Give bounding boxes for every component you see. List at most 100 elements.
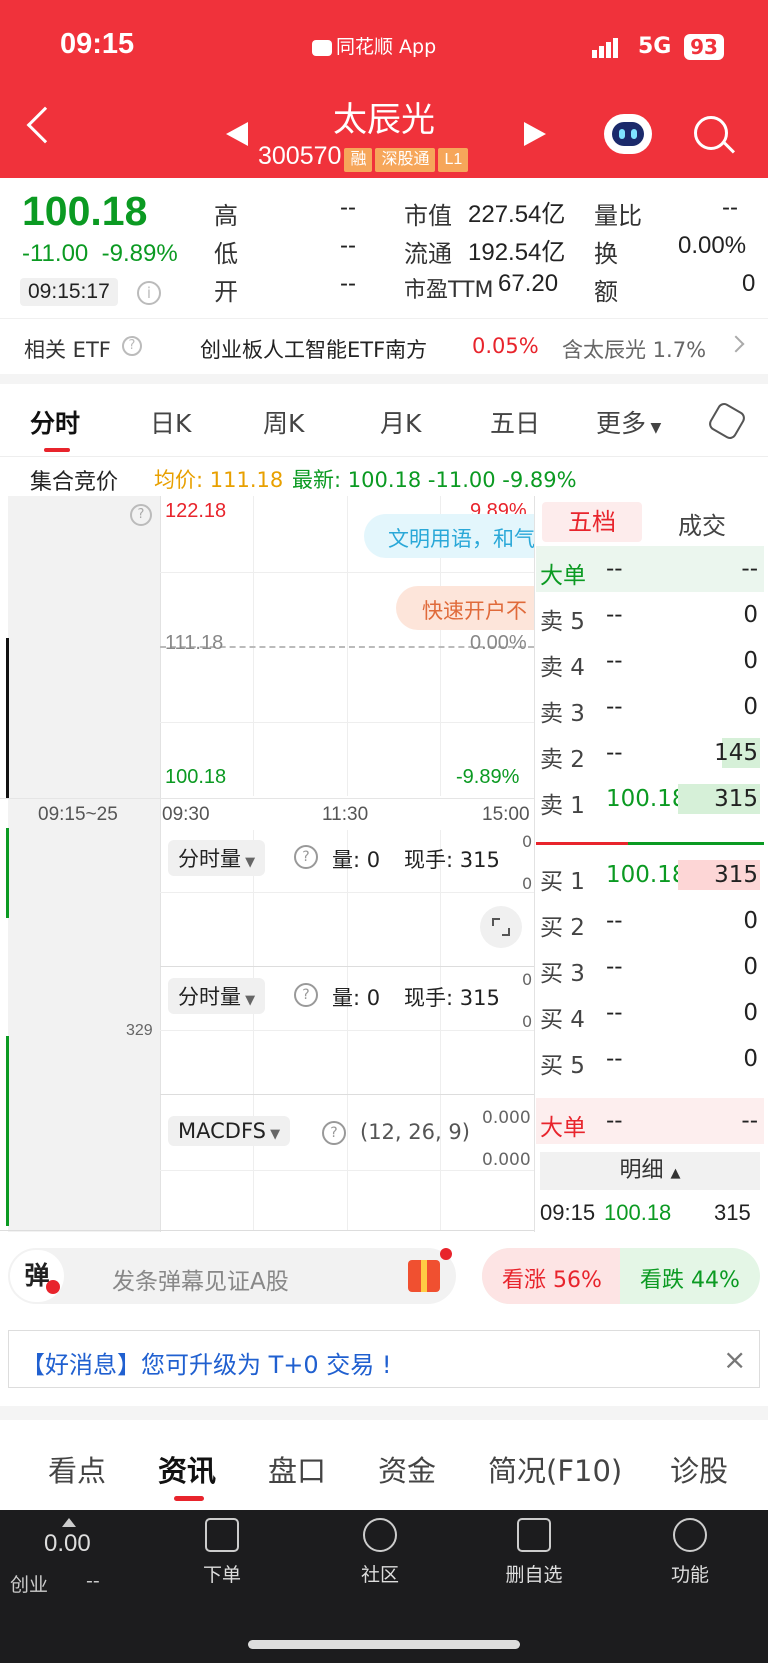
auction-vol-bar-2 <box>6 1036 9 1226</box>
sentiment-bar[interactable]: 看涨 56% 看跌 44% <box>482 1248 760 1304</box>
tab-intraday[interactable]: 分时 <box>30 404 80 440</box>
auction-label: 集合竞价 <box>30 470 119 495</box>
detail-price: 100.18 <box>604 1200 672 1225</box>
help-icon[interactable]: ? <box>322 1121 346 1145</box>
buy-price: -- <box>606 954 623 980</box>
sell-label: 卖 1 <box>540 793 585 819</box>
auction-avg: 均价: 111.18 <box>154 468 284 492</box>
panel2-hand: 现手: 315 <box>404 986 500 1010</box>
panel2-volume: 量: 0 <box>332 986 381 1010</box>
buy-volume: 0 <box>743 1000 758 1026</box>
notice-banner[interactable]: 【好消息】您可升级为 T+0 交易 ! × <box>8 1330 760 1388</box>
sell-price: 100.18 <box>606 786 687 812</box>
etf-name[interactable]: 创业板人工智能ETF南方 <box>200 334 427 364</box>
panel1-selector[interactable]: 分时量 ▼ <box>168 840 266 876</box>
remove-watchlist-icon <box>517 1518 551 1552</box>
panel1-name: 分时量 <box>178 847 241 871</box>
big-sell-row: 大单 -- -- <box>536 546 764 592</box>
time-axis-close: 15:00 <box>482 804 530 825</box>
index-name[interactable]: 创业 <box>10 1570 48 1597</box>
help-icon[interactable]: ? <box>294 983 318 1007</box>
app-label: 同花顺 App <box>312 32 436 59</box>
notification-dot <box>440 1248 452 1260</box>
index-change: -- <box>86 1570 100 1592</box>
tab-market-depth[interactable]: 盘口 <box>268 1448 326 1490</box>
tab-indicator <box>174 1496 204 1501</box>
help-icon[interactable]: ? <box>130 504 152 526</box>
field-value-float: 192.54亿 <box>468 239 566 266</box>
time-axis-auction: 09:15~25 <box>38 804 118 825</box>
help-icon[interactable]: ? <box>122 336 142 356</box>
field-label-open: 开 <box>214 278 238 306</box>
sentiment-down[interactable]: 看跌 44% <box>640 1262 740 1294</box>
info-icon[interactable]: i <box>137 281 161 305</box>
tab-more[interactable]: 更多 ▼ <box>596 404 661 440</box>
nav-remove-watchlist[interactable]: 删自选 <box>484 1518 584 1587</box>
nav-community[interactable]: 社区 <box>330 1518 430 1587</box>
expand-icon[interactable] <box>480 906 522 948</box>
big-buy-row: 大单 -- -- <box>536 1098 764 1144</box>
network-label: 5G <box>638 34 672 59</box>
buy-volume: 0 <box>743 1046 758 1072</box>
battery-indicator: 93 <box>684 34 724 60</box>
time-axis-noon: 11:30 <box>322 804 369 825</box>
buy-volume: 0 <box>743 908 758 934</box>
tab-f10[interactable]: 简况(F10) <box>488 1448 622 1490</box>
notice-text[interactable]: 【好消息】您可升级为 T+0 交易 ! <box>21 1345 392 1380</box>
panel2-selector[interactable]: 分时量 ▼ <box>168 978 266 1014</box>
tab-news[interactable]: 资讯 <box>158 1448 216 1490</box>
close-icon[interactable]: × <box>723 1343 746 1376</box>
help-icon[interactable]: ? <box>294 845 318 869</box>
sell-row-3: 卖 3 -- 0 <box>536 684 764 730</box>
danmaku-icon: 弹 <box>10 1250 64 1302</box>
field-label-turnover: 换 <box>594 240 618 268</box>
field-value-mktcap: 227.54亿 <box>468 201 566 228</box>
tab-five-day[interactable]: 五日 <box>490 404 540 440</box>
tab-diagnosis[interactable]: 诊股 <box>670 1448 728 1490</box>
buy-price: -- <box>606 1046 623 1072</box>
settings-hex-icon[interactable] <box>706 400 748 442</box>
chart-mid-pct: 0.00% <box>470 632 527 654</box>
panel3-selector[interactable]: MACDFS ▼ <box>168 1116 291 1146</box>
home-indicator <box>248 1640 520 1649</box>
buy-price: -- <box>606 908 623 934</box>
robot-assistant-icon[interactable] <box>604 114 652 154</box>
danmaku-input[interactable]: 弹 发条弹幕见证A股 <box>8 1248 456 1304</box>
tab-trades[interactable]: 成交 <box>678 506 726 541</box>
time-axis-open: 09:30 <box>162 804 210 825</box>
field-value-turnover: 0.00% <box>678 232 747 259</box>
gift-icon[interactable] <box>408 1260 440 1292</box>
nav-remove-label: 删自选 <box>505 1564 563 1586</box>
index-value[interactable]: 0.00 <box>44 1530 91 1558</box>
detail-time: 09:15 <box>540 1200 596 1225</box>
tab-daily[interactable]: 日K <box>150 404 191 440</box>
auction-vol-bar-1 <box>6 828 9 918</box>
tab-weekly[interactable]: 周K <box>263 404 304 440</box>
field-value-open: -- <box>340 270 356 297</box>
sell-volume: 0 <box>743 694 758 720</box>
panel1-axis-top: 0 <box>522 832 533 851</box>
sentiment-up[interactable]: 看涨 56% <box>502 1262 602 1294</box>
nav-order[interactable]: 下单 <box>172 1518 272 1587</box>
next-stock-icon[interactable] <box>524 122 546 146</box>
tag-level: L1 <box>438 148 469 172</box>
status-time: 09:15 <box>60 28 135 60</box>
buy-label: 买 4 <box>540 1007 585 1033</box>
tab-order-book[interactable]: 五档 <box>542 502 642 542</box>
sell-volume: 315 <box>714 786 758 812</box>
detail-header[interactable]: 明细 ▲ <box>540 1152 760 1190</box>
stock-code-row: 300570 融深股通 L1 <box>258 142 469 172</box>
search-icon[interactable] <box>694 116 728 150</box>
chevron-right-icon[interactable] <box>727 335 745 353</box>
sell-row-1: 卖 5 -- 0 <box>536 592 764 638</box>
big-buy-vol: -- <box>741 1108 758 1134</box>
tab-monthly[interactable]: 月K <box>380 404 421 440</box>
stock-name: 太辰光 <box>333 100 435 140</box>
nav-functions[interactable]: 功能 <box>640 1518 740 1587</box>
chart-mid-price: 111.18 <box>165 632 224 654</box>
tab-highlights[interactable]: 看点 <box>48 1448 106 1490</box>
sell-label: 卖 2 <box>540 747 585 773</box>
tab-funds[interactable]: 资金 <box>378 1448 436 1490</box>
panel3-axis-bottom: 0.000 <box>482 1150 531 1170</box>
sell-row-5: 卖 1 100.18 315 <box>536 776 764 822</box>
